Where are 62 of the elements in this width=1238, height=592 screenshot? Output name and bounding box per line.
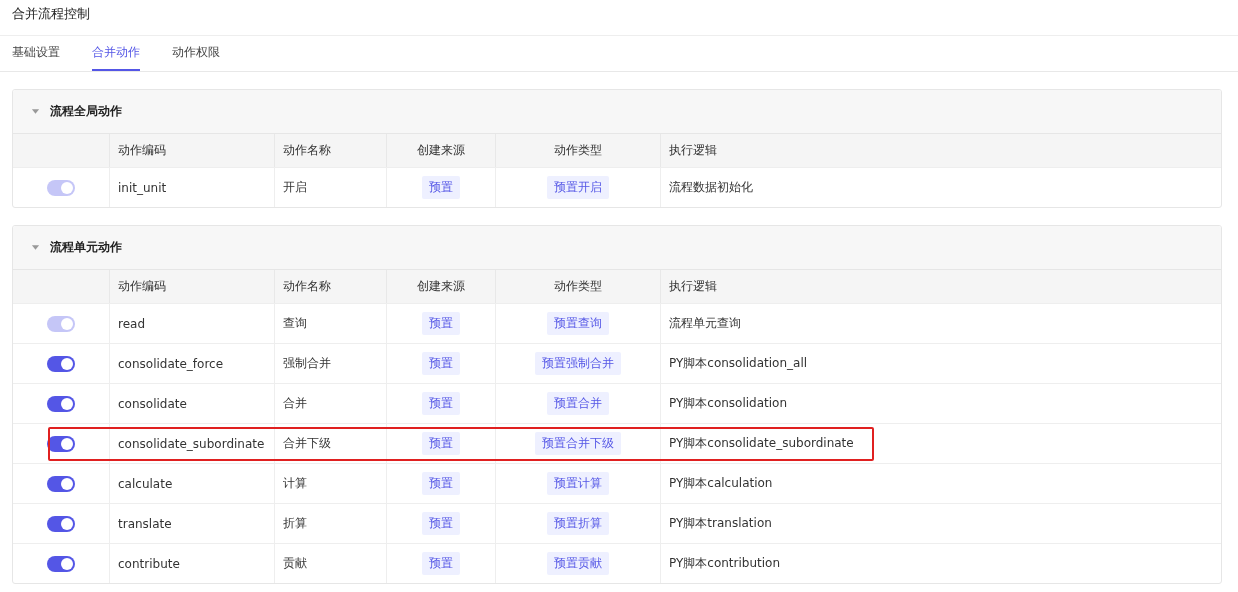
table-cell: 贡献 [283, 555, 307, 572]
toggle-switch[interactable] [47, 515, 75, 532]
page-title: 合并流程控制 [12, 4, 90, 23]
table-cell: 折算 [283, 515, 307, 532]
table-cell: 强制合并 [283, 355, 331, 372]
toggle-switch[interactable] [47, 395, 75, 412]
tab[interactable]: 合并动作 [92, 36, 140, 71]
type-tag: 预置查询 [547, 312, 609, 335]
column-header: 动作名称 [283, 278, 331, 295]
type-tag: 预置贡献 [547, 552, 609, 575]
source-tag: 预置 [422, 176, 460, 199]
source-tag: 预置 [422, 312, 460, 335]
table-cell: consolidate_subordinate [118, 436, 265, 451]
table-cell: 计算 [283, 475, 307, 492]
table-cell: PY脚本consolidation_all [669, 355, 808, 372]
table-cell: read [118, 316, 146, 331]
column-header: 动作类型 [554, 142, 602, 159]
type-tag: 预置折算 [547, 512, 609, 535]
table-cell: PY脚本consolidate_subordinate [669, 435, 854, 452]
toggle-switch[interactable] [47, 355, 75, 372]
source-tag: 预置 [422, 432, 460, 455]
type-tag: 预置计算 [547, 472, 609, 495]
tab[interactable]: 动作权限 [172, 36, 220, 71]
toggle-switch[interactable] [47, 475, 75, 492]
type-tag: 预置合并 [547, 392, 609, 415]
column-header: 动作名称 [283, 142, 331, 159]
section-header[interactable]: 流程单元动作 [13, 226, 1221, 270]
table-cell: consolidate [118, 396, 187, 411]
source-tag: 预置 [422, 552, 460, 575]
table-cell: calculate [118, 476, 173, 491]
table-cell: translate [118, 516, 172, 531]
type-tag: 预置强制合并 [535, 352, 621, 375]
table-cell: 合并 [283, 395, 307, 412]
toggle-switch[interactable] [47, 435, 75, 452]
source-tag: 预置 [422, 352, 460, 375]
source-tag: 预置 [422, 512, 460, 535]
table-cell: PY脚本contribution [669, 555, 781, 572]
type-tag: 预置合并下级 [535, 432, 621, 455]
table-cell: 合并下级 [283, 435, 331, 452]
tab[interactable]: 基础设置 [12, 36, 60, 71]
section-header[interactable]: 流程全局动作 [13, 90, 1221, 134]
source-tag: 预置 [422, 472, 460, 495]
column-header: 执行逻辑 [669, 278, 717, 295]
table-cell: consolidate_force [118, 356, 224, 371]
table-cell: 流程单元查询 [669, 315, 741, 332]
column-header: 动作编码 [118, 278, 166, 295]
table-cell: PY脚本calculation [669, 475, 773, 492]
toggle-switch[interactable] [47, 555, 75, 572]
table-cell: 开启 [283, 179, 307, 196]
table-cell: contribute [118, 556, 180, 571]
column-header: 执行逻辑 [669, 142, 717, 159]
source-tag: 预置 [422, 392, 460, 415]
column-header: 动作编码 [118, 142, 166, 159]
table-cell: PY脚本consolidation [669, 395, 788, 412]
table-cell: 查询 [283, 315, 307, 332]
column-header: 创建来源 [417, 142, 465, 159]
type-tag: 预置开启 [547, 176, 609, 199]
table-cell: PY脚本translation [669, 515, 772, 532]
table-cell: 流程数据初始化 [669, 179, 753, 196]
table-cell: init_unit [118, 180, 167, 195]
column-header: 创建来源 [417, 278, 465, 295]
column-header: 动作类型 [554, 278, 602, 295]
